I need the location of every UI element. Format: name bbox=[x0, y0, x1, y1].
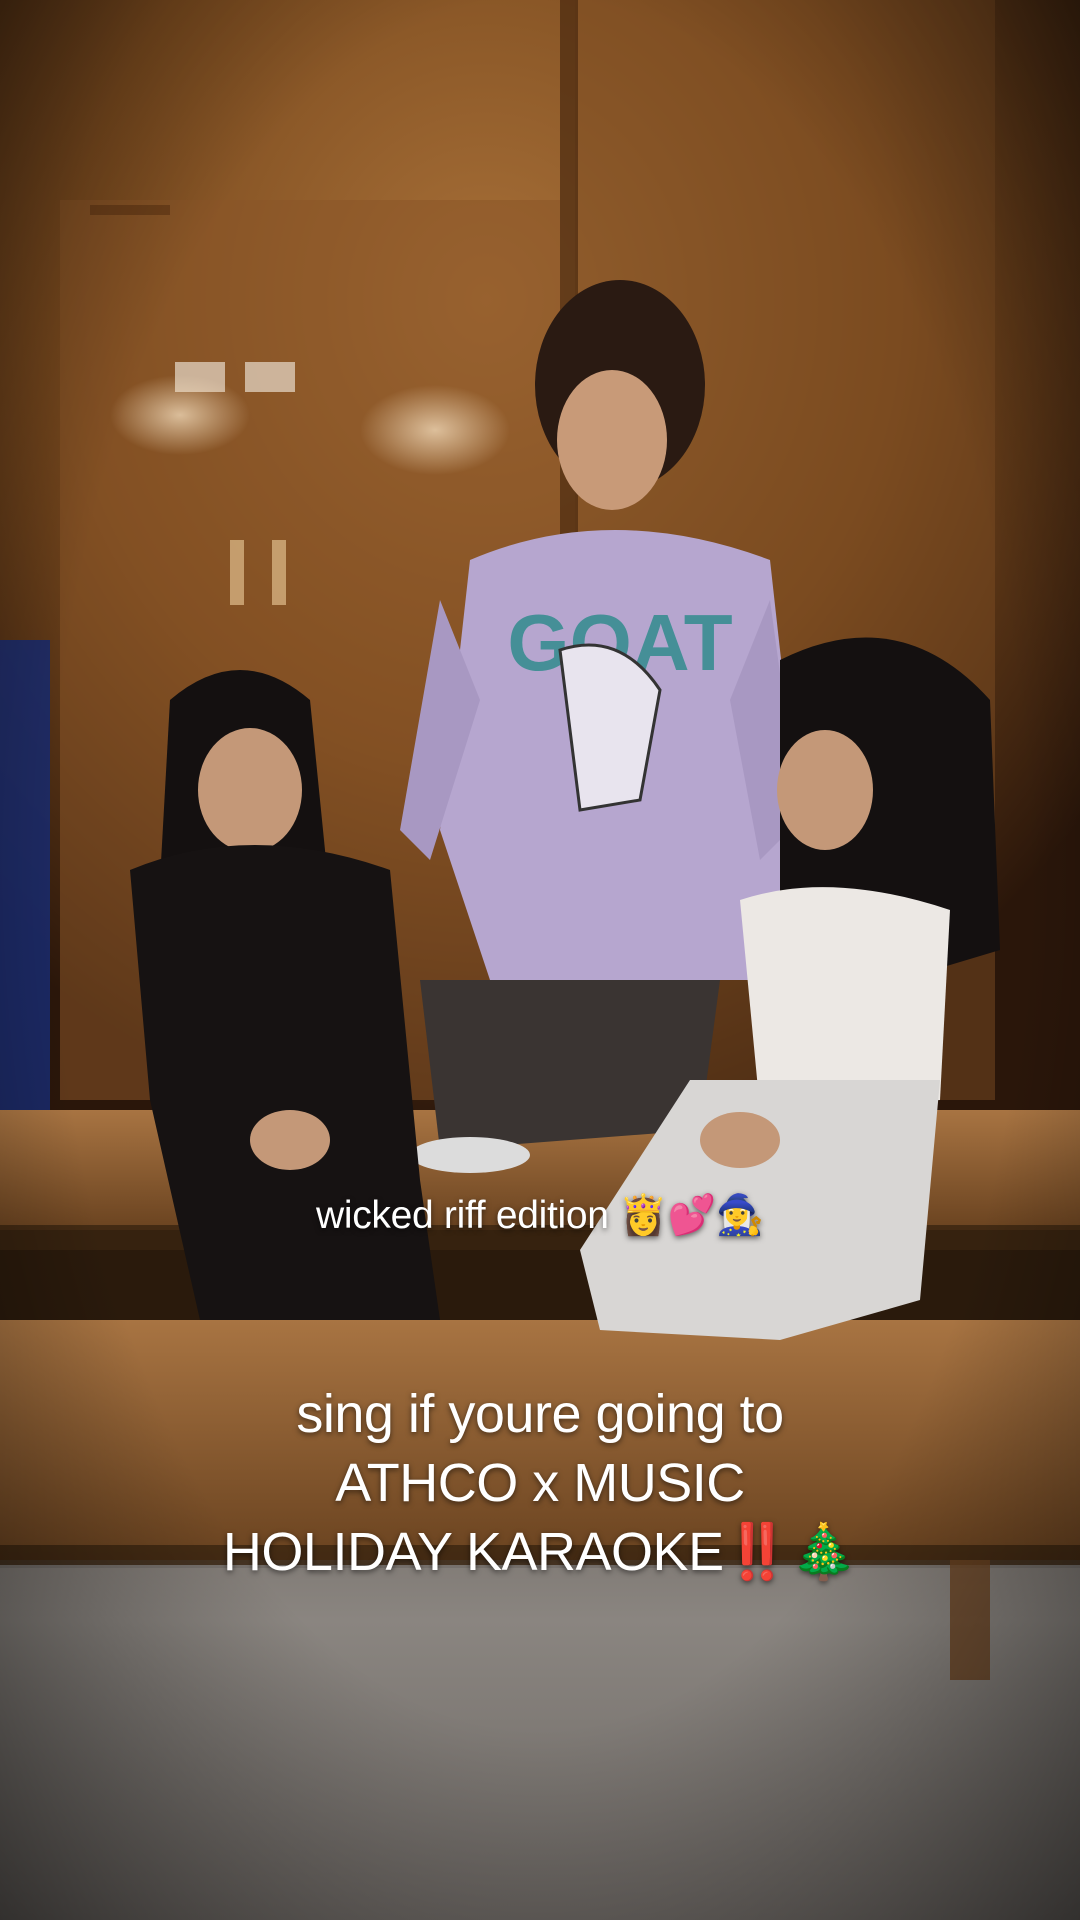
video-frame: GOAT bbox=[0, 0, 1080, 1920]
main-caption-line3: HOLIDAY KARAOKE‼️🎄 bbox=[222, 1522, 858, 1582]
main-caption: sing if youre going to ATHCO x MUSIC HOL… bbox=[0, 1380, 1080, 1587]
main-caption-line2: ATHCO x MUSIC bbox=[335, 1453, 745, 1513]
top-caption: wicked riff edition 👸💕🧙‍♀️ bbox=[315, 1194, 765, 1237]
main-caption-line1: sing if youre going to bbox=[296, 1384, 784, 1444]
